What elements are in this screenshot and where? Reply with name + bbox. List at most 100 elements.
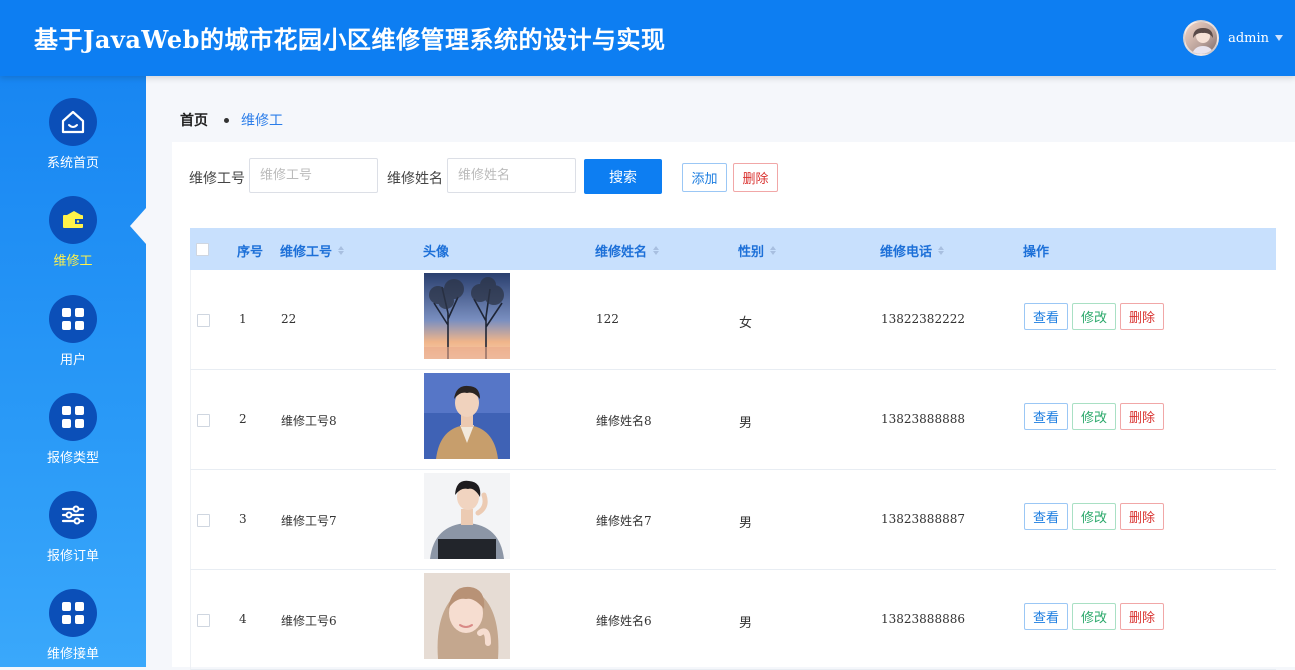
delete-button[interactable]: 删除 — [1120, 303, 1165, 330]
column-header-label: 维修电话 — [880, 245, 933, 260]
sort-icon[interactable] — [653, 246, 660, 255]
worker-name-input[interactable] — [447, 158, 576, 193]
add-button[interactable]: 添加 — [682, 163, 727, 192]
cell-index: 2 — [239, 412, 247, 426]
select-all-checkbox[interactable] — [196, 243, 209, 256]
column-header-worker-id[interactable]: 维修工号 — [280, 241, 345, 260]
sidebar-item-repair-types[interactable]: 报修类型 — [0, 371, 146, 467]
table-header: 序号 维修工号 头像 维修姓名 性别 维修电话 操作 — [190, 228, 1276, 270]
sidebar-item-label: 报修订单 — [46, 549, 99, 564]
view-button[interactable]: 查看 — [1024, 303, 1069, 330]
edit-button[interactable]: 修改 — [1072, 303, 1117, 330]
column-header-actions: 操作 — [1023, 245, 1050, 260]
column-header-label: 维修工号 — [280, 245, 333, 260]
cell-gender: 男 — [739, 516, 753, 531]
sidebar-item-workers[interactable]: 维修工 — [0, 174, 146, 270]
row-actions: 查看 修改 删除 — [1024, 303, 1165, 330]
sort-icon[interactable] — [338, 246, 345, 255]
username[interactable]: admin — [1228, 31, 1269, 46]
chevron-down-icon[interactable] — [1275, 35, 1283, 41]
worker-id-input[interactable] — [249, 158, 378, 193]
cell-index: 1 — [239, 312, 247, 326]
cell-phone: 13823888887 — [881, 512, 965, 526]
table-row: 3 维修工号7 维修姓名7 男 13823888887 查看 修改 删除 — [190, 470, 1276, 570]
view-button[interactable]: 查看 — [1024, 403, 1069, 430]
view-button[interactable]: 查看 — [1024, 503, 1069, 530]
row-checkbox[interactable] — [197, 314, 210, 327]
row-actions: 查看 修改 删除 — [1024, 503, 1165, 530]
grid-icon — [49, 589, 97, 637]
column-header-label: 性别 — [738, 245, 765, 260]
sidebar-item-repair-orders[interactable]: 报修订单 — [0, 469, 146, 565]
grid-icon — [49, 393, 97, 441]
column-header-index: 序号 — [237, 245, 264, 260]
cell-index: 3 — [239, 512, 247, 526]
cell-worker-name: 122 — [596, 312, 619, 326]
sidebar-item-label: 用户 — [59, 353, 86, 368]
breadcrumb: 首页 维修工 — [180, 110, 283, 130]
cell-worker-name: 维修姓名6 — [596, 614, 652, 628]
row-checkbox[interactable] — [197, 414, 210, 427]
batch-delete-button[interactable]: 删除 — [733, 163, 778, 192]
sidebar-item-label: 维修接单 — [46, 647, 99, 662]
trees-photo — [424, 273, 510, 359]
home-icon — [49, 98, 97, 146]
cell-gender: 男 — [739, 616, 753, 631]
cell-worker-id: 22 — [281, 312, 297, 326]
cell-worker-name: 维修姓名8 — [596, 414, 652, 428]
cell-phone: 13822382222 — [881, 312, 965, 326]
content-panel: 维修工号 维修姓名 搜索 添加 删除 序号 维修工号 头像 维修姓名 性别 维修… — [172, 142, 1295, 670]
top-header: 基于JavaWeb的城市花园小区维修管理系统的设计与实现 admin — [0, 0, 1295, 76]
row-checkbox[interactable] — [197, 514, 210, 527]
cell-phone: 13823888886 — [881, 612, 965, 626]
sidebar-item-label: 系统首页 — [46, 156, 99, 171]
column-header-gender[interactable]: 性别 — [738, 241, 777, 260]
person-photo — [424, 473, 510, 559]
delete-button[interactable]: 删除 — [1120, 603, 1165, 630]
cell-worker-id: 维修工号7 — [281, 514, 337, 528]
user-avatar[interactable] — [1183, 20, 1220, 56]
sidebar: 系统首页 维修工 用户 报修类型 报修订单 维修接单 — [0, 76, 146, 667]
row-actions: 查看 修改 删除 — [1024, 403, 1165, 430]
sort-icon[interactable] — [938, 246, 945, 255]
row-checkbox[interactable] — [197, 614, 210, 627]
row-actions: 查看 修改 删除 — [1024, 603, 1165, 630]
cell-worker-name: 维修姓名7 — [596, 514, 652, 528]
cell-gender: 女 — [739, 316, 753, 331]
app-title: 基于JavaWeb的城市花园小区维修管理系统的设计与实现 — [34, 25, 666, 54]
grid-icon — [49, 295, 97, 343]
table-row: 1 22 122 女 13822382222 查看 修改 删除 — [190, 270, 1276, 370]
worker-name-label: 维修姓名 — [387, 171, 443, 187]
column-header-phone[interactable]: 维修电话 — [880, 241, 945, 260]
sidebar-item-label: 报修类型 — [46, 451, 99, 466]
worker-id-label: 维修工号 — [189, 171, 245, 187]
column-header-avatar: 头像 — [423, 245, 450, 260]
search-button[interactable]: 搜索 — [584, 159, 662, 194]
breadcrumb-home[interactable]: 首页 — [180, 110, 208, 130]
sidebar-item-label: 维修工 — [53, 254, 93, 269]
cell-gender: 男 — [739, 416, 753, 431]
table-row: 4 维修工号6 维修姓名6 男 13823888886 查看 修改 删除 — [190, 570, 1276, 670]
cell-index: 4 — [239, 612, 247, 626]
wallet-icon — [49, 196, 97, 244]
edit-button[interactable]: 修改 — [1072, 403, 1117, 430]
column-header-worker-name[interactable]: 维修姓名 — [595, 241, 660, 260]
sidebar-item-repair-accept[interactable]: 维修接单 — [0, 567, 146, 663]
sort-icon[interactable] — [770, 246, 777, 255]
view-button[interactable]: 查看 — [1024, 603, 1069, 630]
person-photo — [424, 573, 510, 659]
column-header-label: 维修姓名 — [595, 245, 648, 260]
delete-button[interactable]: 删除 — [1120, 503, 1165, 530]
sidebar-item-home[interactable]: 系统首页 — [0, 76, 146, 172]
cell-worker-id: 维修工号6 — [281, 614, 337, 628]
breadcrumb-current: 维修工 — [241, 113, 283, 129]
edit-button[interactable]: 修改 — [1072, 603, 1117, 630]
cell-phone: 13823888888 — [881, 412, 965, 426]
breadcrumb-separator — [224, 117, 229, 123]
delete-button[interactable]: 删除 — [1120, 403, 1165, 430]
user-menu[interactable]: admin — [1183, 20, 1283, 56]
table-row: 2 维修工号8 维修姓名8 男 13823888888 查看 修改 删除 — [190, 370, 1276, 470]
person-photo — [424, 373, 510, 459]
edit-button[interactable]: 修改 — [1072, 503, 1117, 530]
sidebar-item-users[interactable]: 用户 — [0, 273, 146, 369]
